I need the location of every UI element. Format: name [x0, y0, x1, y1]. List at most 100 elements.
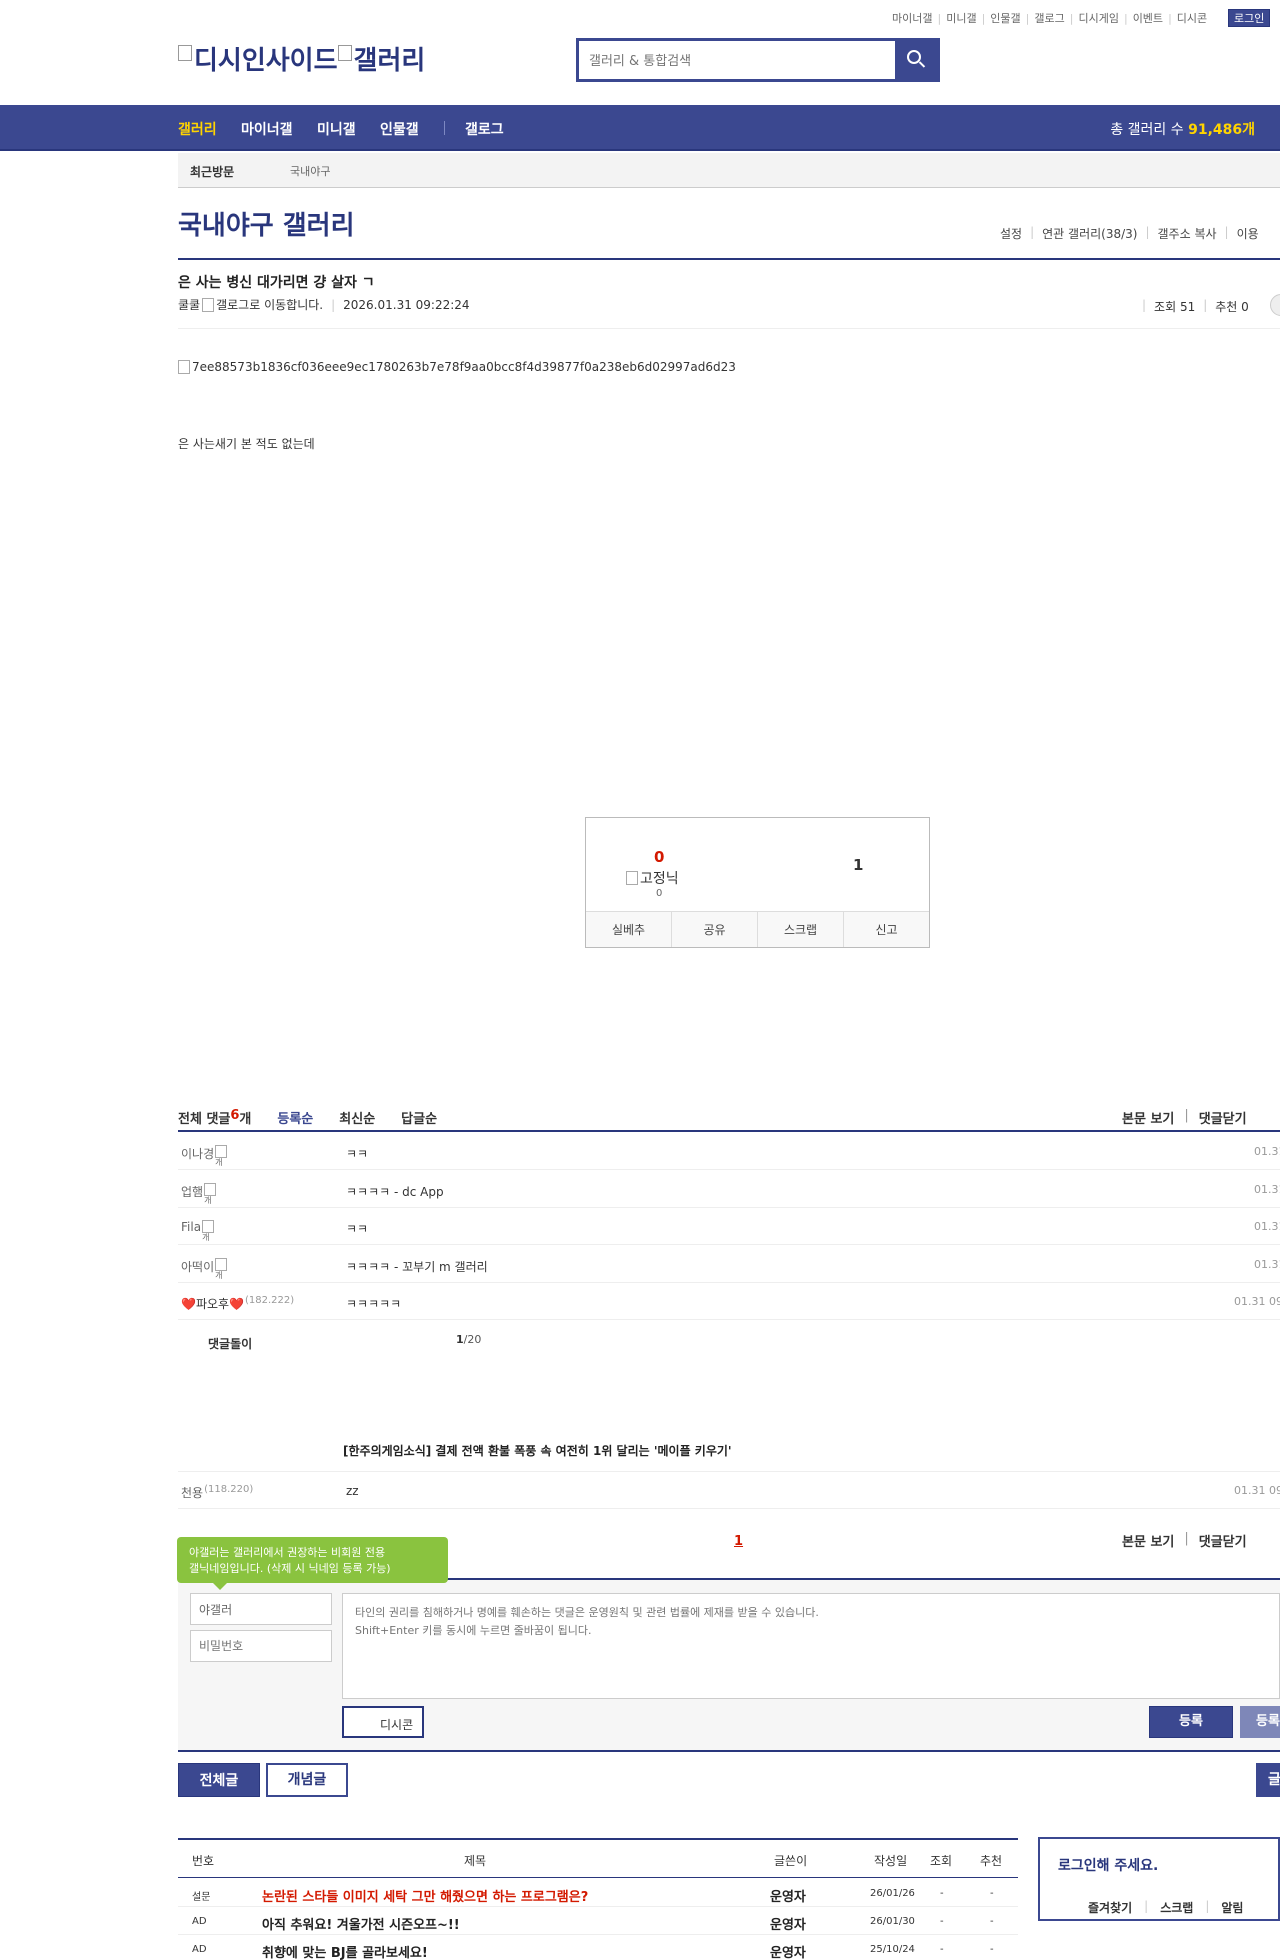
- top-link-gallog[interactable]: 갤로그: [1034, 10, 1064, 26]
- comment-nick[interactable]: 천용 (118.220): [181, 1484, 253, 1501]
- copy-address-link[interactable]: 갤주소 복사: [1158, 225, 1217, 242]
- submit-comment-button[interactable]: 등록: [1149, 1706, 1233, 1738]
- comment-total-label: 전체 댓글: [178, 1112, 231, 1127]
- write-button[interactable]: 글: [1256, 1763, 1280, 1797]
- comment-total-unit: 개: [239, 1112, 252, 1127]
- nickname-field[interactable]: [191, 1594, 331, 1624]
- nav-mini-gallery[interactable]: 미니갤: [317, 119, 356, 139]
- comment-nick[interactable]: 아떡이 개: [181, 1258, 228, 1280]
- view-body-button[interactable]: 본문 보기: [1122, 1531, 1174, 1550]
- comment-date: 01.31 09: [1234, 1295, 1280, 1308]
- comment-row: 아떡이개 ㅋㅋㅋㅋ - 꼬부기 m 갤러리 01.31: [178, 1246, 1280, 1283]
- nav-gallog[interactable]: 갤로그: [465, 119, 504, 139]
- divider: [178, 328, 1280, 329]
- post-date: 2026.01.31 09:22:24: [343, 297, 470, 312]
- comment-row: 천용 (118.220) zz 01.31 09: [178, 1472, 1280, 1509]
- submit-recommend-button[interactable]: 등록: [1240, 1706, 1280, 1738]
- recent-visit-item[interactable]: 국내야구: [290, 163, 330, 179]
- more-options-icon[interactable]: [1270, 294, 1280, 316]
- comment-total-count: 6: [230, 1108, 240, 1123]
- comment-date: 01.31: [1254, 1258, 1280, 1271]
- comment-text: ㅋㅋㅋㅋ - dc App: [346, 1185, 444, 1199]
- concept-posts-button[interactable]: 개념글: [266, 1763, 348, 1797]
- login-box: 로그인해 주세요. 즐겨찾기 | 스크랩 | 알림: [1038, 1837, 1280, 1921]
- settings-link[interactable]: 설정: [1000, 225, 1022, 242]
- downvote-count[interactable]: 1: [853, 856, 863, 874]
- gallog-icon[interactable]: [202, 297, 215, 312]
- search-input[interactable]: [589, 49, 889, 73]
- search-bar: [576, 38, 940, 82]
- comment-date: 01.31 09: [1234, 1484, 1280, 1497]
- comment-row: 업햄개 ㅋㅋㅋㅋ - dc App 01.31: [178, 1171, 1280, 1208]
- comment-bot-label: 댓글돌이: [208, 1337, 253, 1351]
- ad-headline[interactable]: [한주의게임소식] 결제 전액 환불 폭풍 속 여전히 1위 달리는 '메이플 …: [343, 1442, 732, 1459]
- gallery-title[interactable]: 국내야구 갤러리: [178, 205, 355, 242]
- comment-nick[interactable]: Fila 개: [181, 1220, 215, 1242]
- close-comments-button[interactable]: 댓글닫기: [1199, 1108, 1247, 1127]
- top-link-dccon[interactable]: 디시콘: [1177, 10, 1207, 26]
- comment-row: Fila개 ㅋㅋ 01.31: [178, 1208, 1280, 1245]
- post-list-header: 번호 제목 글쓴이 작성일 조회 추천: [178, 1838, 1018, 1878]
- nickname-field-wrap: [190, 1593, 332, 1625]
- total-gallery-count: 총 갤러리 수 91,486개: [1110, 122, 1255, 138]
- comment-nick[interactable]: 업햄 개: [181, 1183, 217, 1205]
- login-prompt[interactable]: 로그인해 주세요.: [1058, 1855, 1158, 1875]
- close-comments-button[interactable]: 댓글닫기: [1199, 1531, 1247, 1550]
- col-title: 제목: [464, 1854, 487, 1868]
- comment-nick[interactable]: ❤️파오후❤️ (182.222): [181, 1295, 294, 1312]
- list-row-title[interactable]: 취향에 맞는 BJ를 골라보세요!: [262, 1942, 428, 1960]
- comment-bot-page[interactable]: 1/20: [456, 1333, 481, 1346]
- top-links: 마이너갤 | 미니갤 | 인물갤 | 갤로그 | 디시게임 | 이벤트 | 디시콘: [892, 10, 1208, 26]
- nav-minor-gallery[interactable]: 마이너갤: [241, 119, 293, 139]
- favorites-link[interactable]: 즐겨찾기: [1088, 1899, 1132, 1916]
- report-button[interactable]: 신고: [844, 912, 929, 947]
- comment-nick[interactable]: 이나경 개: [181, 1145, 228, 1167]
- list-row[interactable]: 설문 논란된 스타들 이미지 세탁 그만 해줬으면 하는 프로그램은? 운영자 …: [178, 1879, 1018, 1907]
- post-stats: | 조회 51 | 추천 0: [1142, 298, 1249, 314]
- usage-link[interactable]: 이용: [1237, 225, 1259, 242]
- col-date: 작성일: [874, 1854, 908, 1868]
- post-author[interactable]: 쿨쿨: [178, 296, 200, 313]
- comment-row: 이나경개 ㅋㅋ 01.31: [178, 1133, 1280, 1170]
- recent-visit-label: 최근방문: [190, 165, 235, 179]
- post-image[interactable]: 7ee88573b1836cf036eee9ec1780263b7e78f9aa…: [178, 360, 736, 374]
- list-row[interactable]: AD 아직 추워요! 겨울가전 시즌오프~!! 운영자 26/01/30 - -: [178, 1907, 1018, 1935]
- list-row-title[interactable]: 논란된 스타들 이미지 세탁 그만 해줬으면 하는 프로그램은?: [262, 1886, 588, 1905]
- site-logo[interactable]: 디시인사이드 갤러리: [178, 40, 425, 77]
- password-field[interactable]: [191, 1631, 331, 1661]
- related-gallery-link[interactable]: 연관 갤러리(38/3): [1042, 225, 1137, 242]
- gallog-link[interactable]: 갤로그로 이동합니다.: [216, 296, 323, 313]
- sort-replies[interactable]: 답글순: [401, 1108, 437, 1127]
- nav-person-gallery[interactable]: 인물갤: [380, 119, 419, 139]
- top-link-person[interactable]: 인물갤: [990, 10, 1020, 26]
- list-row[interactable]: AD 취향에 맞는 BJ를 골라보세요! 운영자 25/10/24 - -: [178, 1935, 1018, 1960]
- sort-latest[interactable]: 최신순: [339, 1108, 375, 1127]
- vote-box: 0 고정닉 0 1 실베추 공유 스크랩 신고: [585, 817, 930, 948]
- view-body-button[interactable]: 본문 보기: [1122, 1108, 1174, 1127]
- post-recommend: 추천 0: [1215, 300, 1249, 314]
- comment-page-1[interactable]: 1: [734, 1534, 743, 1549]
- sort-registered[interactable]: 등록순: [277, 1108, 313, 1127]
- comment-date: 01.31: [1254, 1183, 1280, 1196]
- share-button[interactable]: 공유: [672, 912, 758, 947]
- nickname-tooltip: 야갤러는 갤러리에서 권장하는 비회원 전용 갤닉네임입니다. (삭제 시 닉네…: [177, 1537, 448, 1590]
- nav-gallery[interactable]: 갤러리: [178, 119, 217, 139]
- scrap-button[interactable]: 스크랩: [758, 912, 844, 947]
- comment-textarea[interactable]: [343, 1594, 1279, 1698]
- list-row-title[interactable]: 아직 추워요! 겨울가전 시즌오프~!!: [262, 1914, 460, 1933]
- top-link-minor[interactable]: 마이너갤: [892, 10, 932, 26]
- notification-link[interactable]: 알림: [1221, 1899, 1243, 1916]
- fixed-nick-vote[interactable]: 고정닉: [626, 868, 679, 888]
- scrap-link[interactable]: 스크랩: [1160, 1899, 1193, 1916]
- top-link-mini[interactable]: 미니갤: [946, 10, 976, 26]
- all-posts-button[interactable]: 전체글: [178, 1763, 260, 1797]
- dccon-button[interactable]: 디시콘: [342, 1706, 424, 1738]
- upvote-count[interactable]: 0: [654, 848, 664, 866]
- best-recommend-button[interactable]: 실베추: [586, 912, 672, 947]
- search-button[interactable]: [895, 41, 937, 79]
- comment-date: 01.31: [1254, 1220, 1280, 1233]
- top-link-dcgame[interactable]: 디시게임: [1078, 10, 1118, 26]
- comment-textarea-wrap: [342, 1593, 1280, 1699]
- top-link-event[interactable]: 이벤트: [1133, 10, 1163, 26]
- login-button[interactable]: 로그인: [1228, 9, 1271, 27]
